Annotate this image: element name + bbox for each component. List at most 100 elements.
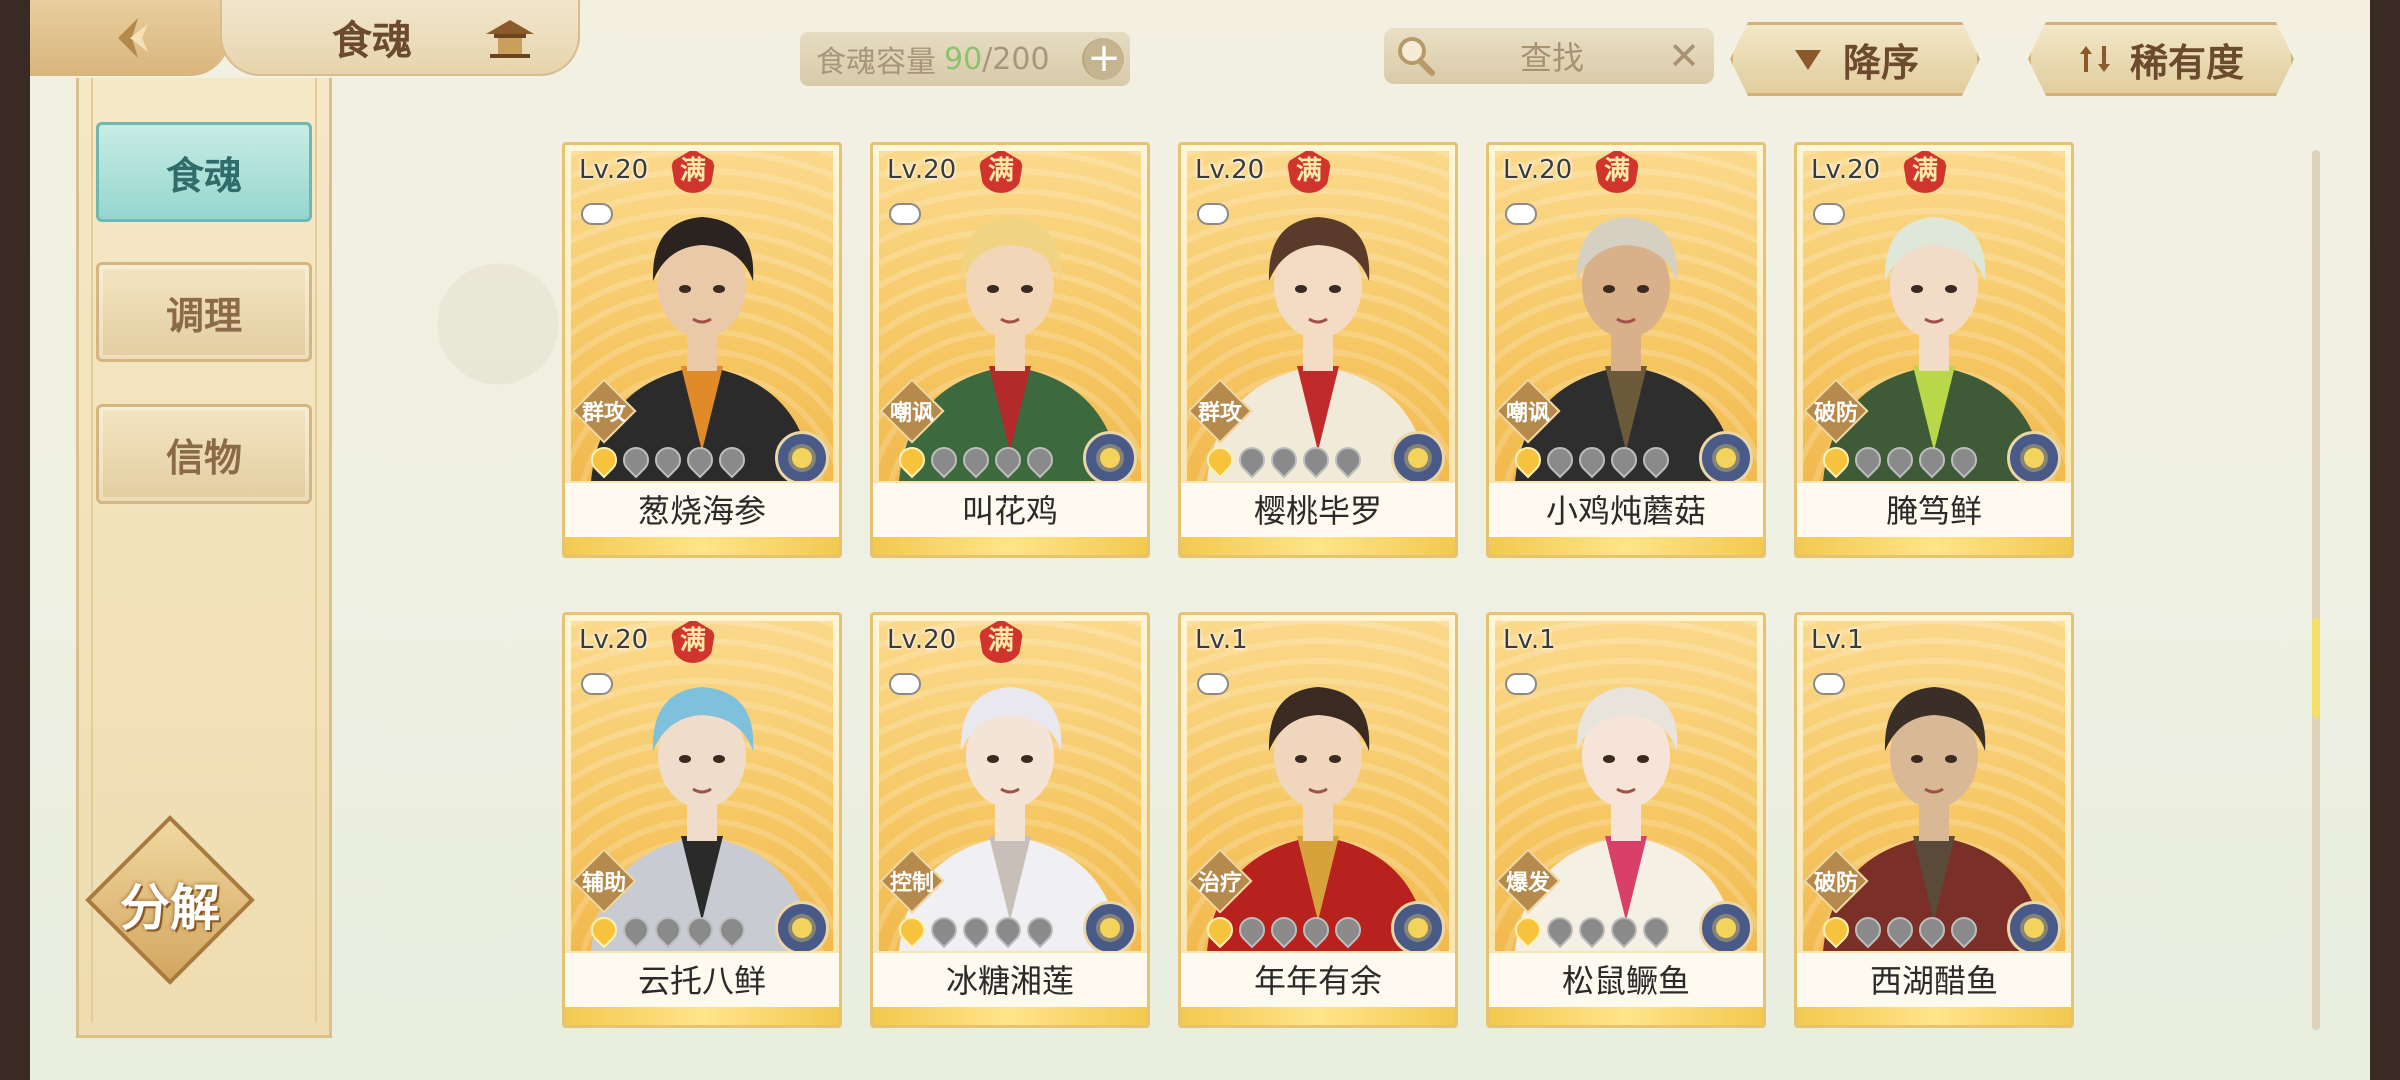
star-icon [1913, 911, 1951, 949]
card-rarity-strip [1489, 1007, 1763, 1025]
food-soul-card[interactable]: Lv.20 满控制 冰糖湘莲 [870, 612, 1150, 1028]
level-label: Lv.1 [1195, 625, 1248, 655]
star-icon [1329, 441, 1367, 479]
role-label: 嘲讽 [1505, 401, 1550, 426]
star-icon [1605, 441, 1643, 479]
star-icon [1637, 911, 1675, 949]
game-screen: 食魂 食魂容量 90 /200 + 查找 ✕ 降序 稀有度 食魂 调理 信物 分… [30, 0, 2370, 1080]
food-soul-name: 小鸡炖蘑菇 [1489, 483, 1763, 539]
food-soul-card[interactable]: Lv.20 满破防 腌笃鲜 [1794, 142, 2074, 558]
sort-arrows-icon [2078, 42, 2112, 76]
element-medallion-icon [1391, 901, 1445, 951]
star-icon [1573, 911, 1611, 949]
star-rating [1817, 911, 1983, 949]
status-pill-icon [889, 203, 921, 225]
star-rating [893, 441, 1059, 479]
food-soul-card[interactable]: Lv.20 满辅助 云托八鲜 [562, 612, 842, 1028]
card-rarity-strip [1181, 537, 1455, 555]
status-pill-icon [1505, 203, 1537, 225]
food-soul-card[interactable]: Lv.20 满群攻 樱桃毕罗 [1178, 142, 1458, 558]
star-icon [1881, 911, 1919, 949]
decompose-label: 分解 [120, 878, 220, 937]
status-pill-icon [581, 203, 613, 225]
star-icon [585, 441, 623, 479]
star-rating [585, 441, 751, 479]
page-title: 食魂 [332, 17, 412, 64]
star-icon [681, 911, 719, 949]
character-portrait: Lv.20 满群攻 [571, 151, 833, 481]
element-medallion-icon [1083, 431, 1137, 481]
star-icon [713, 441, 751, 479]
sort-order-label: 降序 [1842, 39, 1919, 85]
level-label: Lv.1 [1811, 625, 1864, 655]
food-soul-name: 云托八鲜 [565, 953, 839, 1009]
star-icon [713, 911, 751, 949]
level-label: Lv.1 [1503, 625, 1556, 655]
search-icon [1398, 37, 1435, 76]
character-portrait: Lv.20 满控制 [879, 621, 1141, 951]
star-icon [1605, 911, 1643, 949]
star-icon [1849, 441, 1887, 479]
star-icon [925, 911, 963, 949]
role-badge: 嘲讽 [1495, 378, 1561, 444]
food-soul-card[interactable]: Lv.20 满嘲讽 小鸡炖蘑菇 [1486, 142, 1766, 558]
home-pavilion-icon[interactable] [482, 16, 538, 60]
capacity-current: 90 [944, 41, 983, 77]
capacity-max: /200 [982, 41, 1050, 77]
role-label: 嘲讽 [889, 401, 934, 426]
food-soul-card[interactable]: Lv.1 爆发 松鼠鳜鱼 [1486, 612, 1766, 1028]
star-rating [1201, 441, 1367, 479]
star-icon [893, 911, 931, 949]
food-soul-name: 葱烧海参 [565, 483, 839, 539]
element-medallion-icon [1699, 901, 1753, 951]
back-button[interactable] [30, 0, 230, 76]
star-rating [1201, 911, 1367, 949]
food-soul-card[interactable]: Lv.1 破防 西湖醋鱼 [1794, 612, 2074, 1028]
character-portrait: Lv.1 爆发 [1495, 621, 1757, 951]
food-soul-card[interactable]: Lv.20 满嘲讽 叫花鸡 [870, 142, 1150, 558]
star-icon [1021, 441, 1059, 479]
star-icon [1297, 441, 1335, 479]
element-medallion-icon [775, 431, 829, 481]
card-rarity-strip [565, 1007, 839, 1025]
clear-search-icon[interactable]: ✕ [1664, 34, 1704, 78]
sort-by-button[interactable]: 稀有度 [2028, 22, 2294, 96]
character-portrait: Lv.1 破防 [1803, 621, 2065, 951]
star-icon [617, 911, 655, 949]
star-icon [649, 911, 687, 949]
search-field[interactable]: 查找 ✕ [1384, 28, 1714, 84]
search-placeholder: 查找 [1519, 39, 1584, 77]
sidebar-item-food-souls[interactable]: 食魂 [96, 122, 312, 222]
star-icon [1233, 441, 1271, 479]
star-icon [1201, 441, 1239, 479]
star-icon [649, 441, 687, 479]
decompose-button[interactable]: 分解 [85, 815, 255, 985]
element-medallion-icon [1699, 431, 1753, 481]
star-icon [1817, 911, 1855, 949]
role-label: 破防 [1813, 401, 1858, 426]
role-badge: 治疗 [1187, 848, 1253, 914]
star-icon [1541, 911, 1579, 949]
add-capacity-button[interactable]: + [1082, 38, 1124, 80]
role-label: 控制 [889, 871, 934, 896]
status-pill-icon [1813, 203, 1845, 225]
sort-order-button[interactable]: 降序 [1730, 22, 1980, 96]
role-label: 破防 [1813, 871, 1858, 896]
scrollbar-thumb[interactable] [2312, 618, 2320, 718]
food-soul-card[interactable]: Lv.20 满群攻 葱烧海参 [562, 142, 842, 558]
food-soul-card[interactable]: Lv.1 治疗 年年有余 [1178, 612, 1458, 1028]
sidebar-item-tokens[interactable]: 信物 [96, 404, 312, 504]
star-icon [1201, 911, 1239, 949]
sidebar-item-label: 调理 [165, 292, 242, 338]
character-portrait: Lv.20 满辅助 [571, 621, 833, 951]
scrollbar[interactable] [2312, 150, 2320, 1030]
role-badge: 群攻 [1187, 378, 1253, 444]
star-rating [1509, 441, 1675, 479]
level-label: Lv.20 [1195, 155, 1265, 185]
sidebar-item-conditioning[interactable]: 调理 [96, 262, 312, 362]
element-medallion-icon [2007, 901, 2061, 951]
role-badge: 群攻 [571, 378, 637, 444]
star-rating [893, 911, 1059, 949]
star-icon [1021, 911, 1059, 949]
level-label: Lv.20 [887, 155, 957, 185]
